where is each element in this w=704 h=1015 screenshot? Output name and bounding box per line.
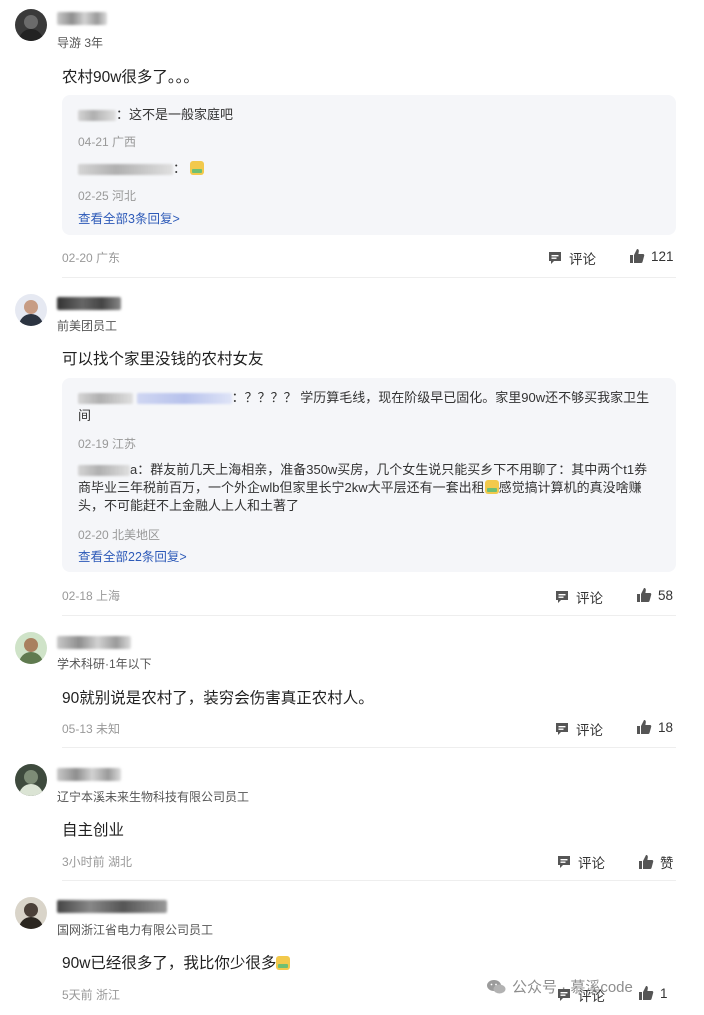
comment-button[interactable]: 评论 xyxy=(554,719,603,739)
reply-username-blurred[interactable] xyxy=(78,465,130,477)
like-button[interactable]: 1 xyxy=(638,985,668,1001)
divider xyxy=(62,615,676,616)
emoji-icon xyxy=(484,480,499,494)
comment-button[interactable]: 评论 xyxy=(556,852,605,872)
reply-box: ：？？？？ 学历算毛线，现在阶级早已固化。家里90w还不够买我家卫生间 02-1… xyxy=(62,378,676,572)
reply-text: ：？？？？ 学历算毛线，现在阶级早已固化。家里90w还不够买我家卫生间 xyxy=(78,390,650,423)
reply-text: ： xyxy=(78,160,656,178)
view-all-replies-link[interactable]: 查看全部3条回复> xyxy=(78,208,180,227)
user-title: 导游 3年 xyxy=(57,36,104,50)
comment-button[interactable]: 评论 xyxy=(547,248,596,268)
avatar[interactable] xyxy=(15,9,47,41)
like-count: 1 xyxy=(660,985,668,1001)
username-blurred[interactable] xyxy=(57,297,121,310)
username-blurred[interactable] xyxy=(57,900,167,913)
comment-label: 评论 xyxy=(576,723,603,738)
reply-meta: 02-19 江苏 xyxy=(78,437,137,451)
user-title: 国网浙江省电力有限公司员工 xyxy=(57,923,214,937)
reply-box: ：这不是一般家庭吧 04-21 广西 ： 02-25 河北 查看全部3条回复> xyxy=(62,95,676,235)
comment-meta: 02-18 上海 xyxy=(62,589,121,603)
thumbs-up-icon xyxy=(639,855,654,869)
user-title: 学术科研·1年以下 xyxy=(57,657,152,671)
reply-meta: 02-25 河北 xyxy=(78,189,137,203)
watermark-text: 公众号 · 慕溪code xyxy=(512,979,633,996)
comment-label: 评论 xyxy=(576,591,603,606)
reply-text: a：群友前几天上海相亲，准备350w买房，几个女生说只能买乡下不用聊了：其中两个… xyxy=(78,462,648,513)
like-button[interactable]: 121 xyxy=(629,248,674,264)
comment-button[interactable]: 评论 xyxy=(554,587,603,607)
emoji-icon xyxy=(189,161,204,175)
comment-text: 90就别说是农村了，装穷会伤害真正农村人。 xyxy=(62,690,374,707)
comment-meta: 02-20 广东 xyxy=(62,251,121,265)
like-count: 58 xyxy=(658,587,674,603)
comment-text: 可以找个家里没钱的农村女友 xyxy=(62,351,264,368)
reply-meta: 04-21 广西 xyxy=(78,135,137,149)
like-count: 121 xyxy=(651,248,674,264)
like-button[interactable]: 58 xyxy=(636,587,673,603)
thumbs-up-icon xyxy=(630,249,645,263)
like-count: 赞 xyxy=(660,856,674,871)
reply-meta: 02-20 北美地区 xyxy=(78,528,161,542)
avatar[interactable] xyxy=(15,632,47,664)
like-count: 18 xyxy=(658,719,674,735)
comment-text: 自主创业 xyxy=(62,822,125,839)
avatar[interactable] xyxy=(15,764,47,796)
comment-icon xyxy=(549,252,561,264)
view-all-replies-link[interactable]: 查看全部22条回复> xyxy=(78,546,187,565)
wechat-logo-icon xyxy=(487,979,506,993)
user-title: 前美团员工 xyxy=(57,319,118,333)
like-button[interactable]: 18 xyxy=(636,719,673,735)
reply-target-blurred[interactable] xyxy=(136,393,232,405)
avatar[interactable] xyxy=(15,897,47,929)
thumbs-up-icon xyxy=(639,986,654,1000)
comment-label: 评论 xyxy=(578,856,605,871)
divider xyxy=(62,747,676,748)
reply-username-blurred[interactable] xyxy=(78,393,133,405)
comment-text: 农村90w很多了。。。 xyxy=(62,69,199,86)
reply-username-blurred[interactable] xyxy=(78,110,116,122)
comment-meta: 3小时前 湖北 xyxy=(62,855,133,869)
comment-label: 评论 xyxy=(569,252,596,267)
comment-icon xyxy=(556,723,568,735)
divider xyxy=(62,880,676,881)
thumbs-up-icon xyxy=(637,588,652,602)
username-blurred[interactable] xyxy=(57,12,107,25)
emoji-icon xyxy=(276,956,291,970)
username-blurred[interactable] xyxy=(57,768,121,781)
username-blurred[interactable] xyxy=(57,636,131,649)
comment-text: 90w已经很多了，我比你少很多 xyxy=(62,951,291,973)
watermark: 公众号 · 慕溪code xyxy=(486,976,633,997)
reply-username-blurred[interactable] xyxy=(78,164,173,176)
comment-meta: 05-13 未知 xyxy=(62,722,121,736)
comment-icon xyxy=(556,591,568,603)
reply-text: ：这不是一般家庭吧 xyxy=(78,106,656,124)
thumbs-up-icon xyxy=(637,720,652,734)
comment-icon xyxy=(558,856,570,868)
like-button[interactable]: 赞 xyxy=(638,852,674,872)
user-title: 辽宁本溪未来生物科技有限公司员工 xyxy=(57,790,250,804)
avatar[interactable] xyxy=(15,294,47,326)
comment-meta: 5天前 浙江 xyxy=(62,988,121,1002)
divider xyxy=(62,277,676,278)
